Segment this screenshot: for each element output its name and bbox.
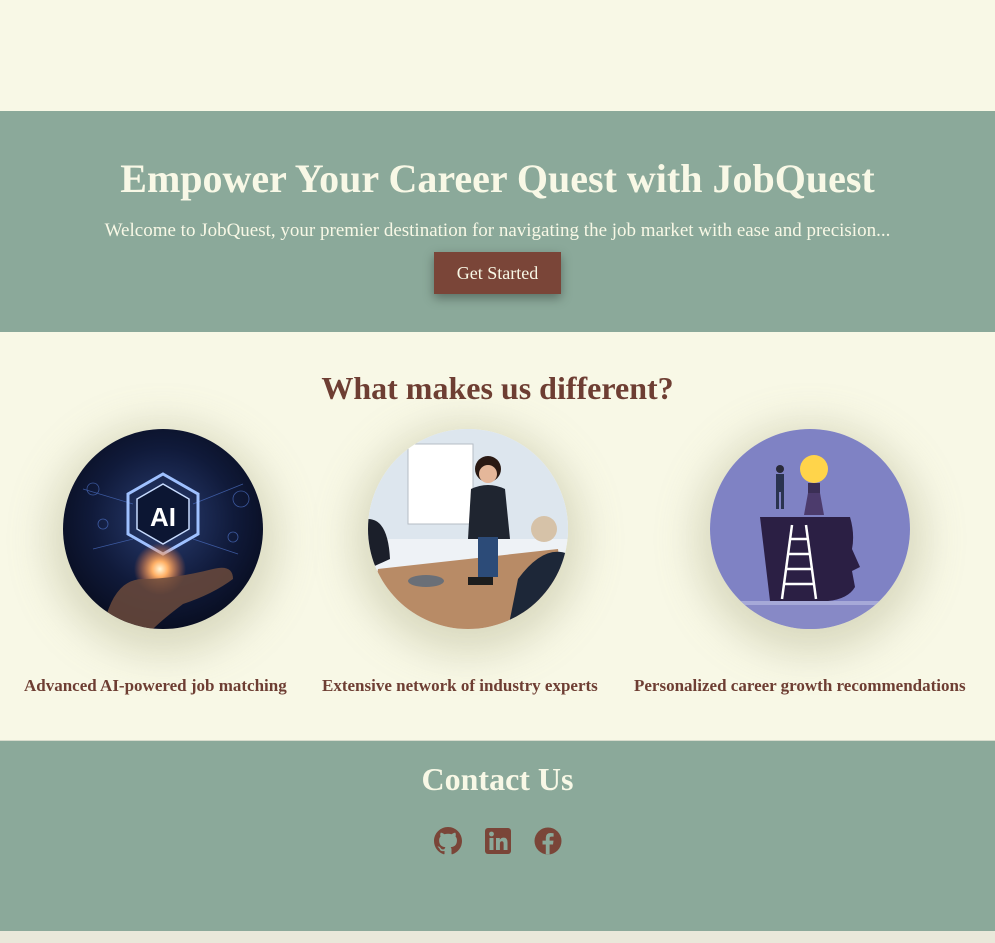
top-spacer	[0, 0, 995, 111]
hero-section: Empower Your Career Quest with JobQuest …	[0, 111, 995, 332]
linkedin-icon	[484, 828, 511, 854]
social-links	[0, 827, 995, 855]
feature-label-network: Extensive network of industry experts	[322, 676, 598, 695]
facebook-link[interactable]	[534, 827, 562, 855]
hero-title: Empower Your Career Quest with JobQuest	[120, 156, 875, 201]
feature-label-growth: Personalized career growth recommendatio…	[634, 676, 966, 695]
hero-subtitle: Welcome to JobQuest, your premier destin…	[104, 220, 891, 241]
page-bottom-strip	[0, 931, 995, 943]
get-started-button[interactable]: Get Started	[434, 252, 561, 294]
feature-label-ai: Advanced AI-powered job matching	[24, 676, 287, 695]
svg-text:AI: AI	[150, 502, 176, 532]
contact-title: Contact Us	[421, 761, 574, 797]
github-link[interactable]	[433, 827, 462, 855]
features-section: What makes us different? AI Advanced AI-…	[0, 332, 995, 740]
feature-image-growth	[710, 429, 910, 629]
github-icon	[433, 827, 462, 855]
features-title: What makes us different?	[321, 370, 674, 406]
linkedin-link[interactable]	[484, 827, 512, 855]
feature-image-ai: AI	[63, 429, 263, 629]
feature-image-network	[368, 429, 568, 629]
contact-section: Contact Us	[0, 740, 995, 932]
facebook-icon	[534, 827, 561, 855]
